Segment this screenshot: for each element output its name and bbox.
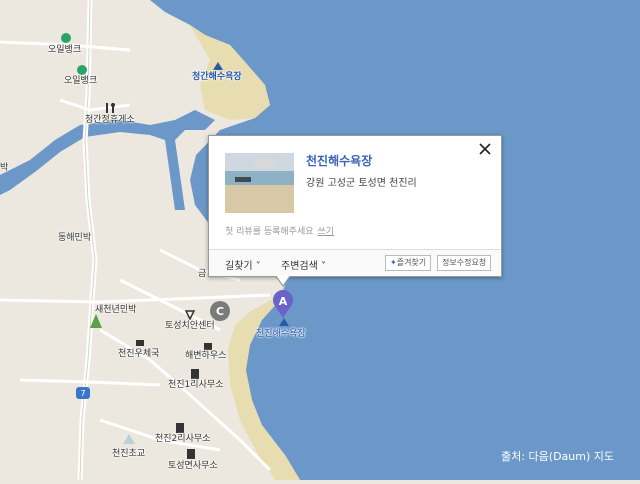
label-toseong-office: 토성면사무소 (168, 461, 218, 471)
nearby-search-label: 주변검색 (281, 261, 318, 272)
school-icon (122, 430, 135, 444)
label-gosung-police: 토성치안센터 (165, 321, 215, 331)
label-cheonjin1ri-office: 천진1리사무소 (168, 380, 224, 390)
beach-icon (278, 312, 289, 326)
chevron-down-icon: ˅ (321, 261, 326, 272)
label-left-cut: 박 (0, 163, 9, 173)
office-icon (186, 444, 196, 459)
favorite-label: 즐겨찾기 (396, 258, 427, 267)
police-icon (184, 305, 196, 321)
gas-station-icon (61, 28, 71, 43)
beach-icon (212, 56, 223, 70)
marker-a-letter: A (279, 295, 288, 308)
close-icon (479, 143, 491, 155)
map-canvas[interactable]: 오일뱅크 오일뱅크 청간정휴게소 청간해수욕장 박 동해민박 금 새천년민박 토… (0, 0, 640, 481)
route-shield-icon: 7 (76, 384, 90, 399)
label-cheonggan-beach: 청간해수욕장 (192, 72, 242, 82)
review-area: 첫 리뷰를 등록해주세요 쓰기 (225, 224, 334, 237)
label-cheonggan-rest-area: 청간정휴게소 (85, 115, 135, 125)
map-credit: 출처: 다음(Daum) 지도 (501, 450, 614, 463)
label-cheonjin2ri-office: 천진2리사무소 (155, 434, 211, 444)
popup-tail-inner (276, 275, 290, 285)
office-icon (190, 364, 200, 379)
directions-label: 길찾기 (225, 261, 253, 272)
label-oil-bank-1: 오일뱅크 (48, 45, 82, 55)
place-address: 강원 고성군 토성면 천진리 (306, 178, 417, 189)
nearby-search-button[interactable]: 주변검색 ˅ (281, 257, 326, 272)
edit-request-label: 정보수정요청 (442, 258, 487, 267)
popup-toolbar: 길찾기 ˅ 주변검색 ˅ ✦즐겨찾기 정보수정요청 (209, 249, 501, 276)
label-partial-geum: 금 (198, 269, 207, 279)
write-review-link[interactable]: 쓰기 (318, 227, 335, 237)
plus-icon: ✦ (390, 258, 397, 267)
chevron-down-icon: ˅ (255, 261, 261, 272)
place-info-popup: 천진해수욕장 강원 고성군 토성면 천진리 첫 리뷰를 등록해주세요 쓰기 길찾기… (208, 135, 502, 287)
edit-request-button[interactable]: 정보수정요청 (437, 255, 492, 271)
label-oil-bank-2: 오일뱅크 (64, 76, 98, 86)
post-office-icon (135, 333, 145, 346)
label-cheonjin-post: 천진우체국 (118, 349, 160, 359)
restaurant-icon (105, 98, 115, 113)
favorite-button[interactable]: ✦즐겨찾기 (385, 255, 432, 271)
marker-c[interactable]: C (209, 300, 231, 322)
label-saecheonnyeon-minbak: 새천년민박 (95, 305, 137, 315)
review-prompt: 첫 리뷰를 등록해주세요 (225, 227, 314, 237)
place-thumbnail[interactable] (225, 153, 294, 213)
place-title[interactable]: 천진해수욕장 (306, 152, 372, 169)
label-donghae-minbak: 동해민박 (58, 233, 92, 243)
house-icon (203, 335, 213, 350)
route-number: 7 (80, 389, 85, 398)
label-cheonjin-school: 천진초교 (112, 449, 146, 459)
office-icon (175, 418, 185, 433)
label-haebyeon-house: 해변하우스 (185, 351, 227, 361)
close-button[interactable] (477, 141, 493, 157)
label-cheonjin-beach: 천진해수욕장 (256, 329, 306, 339)
directions-button[interactable]: 길찾기 ˅ (225, 257, 261, 272)
gas-station-icon (77, 60, 87, 75)
marker-c-letter: C (216, 305, 224, 318)
